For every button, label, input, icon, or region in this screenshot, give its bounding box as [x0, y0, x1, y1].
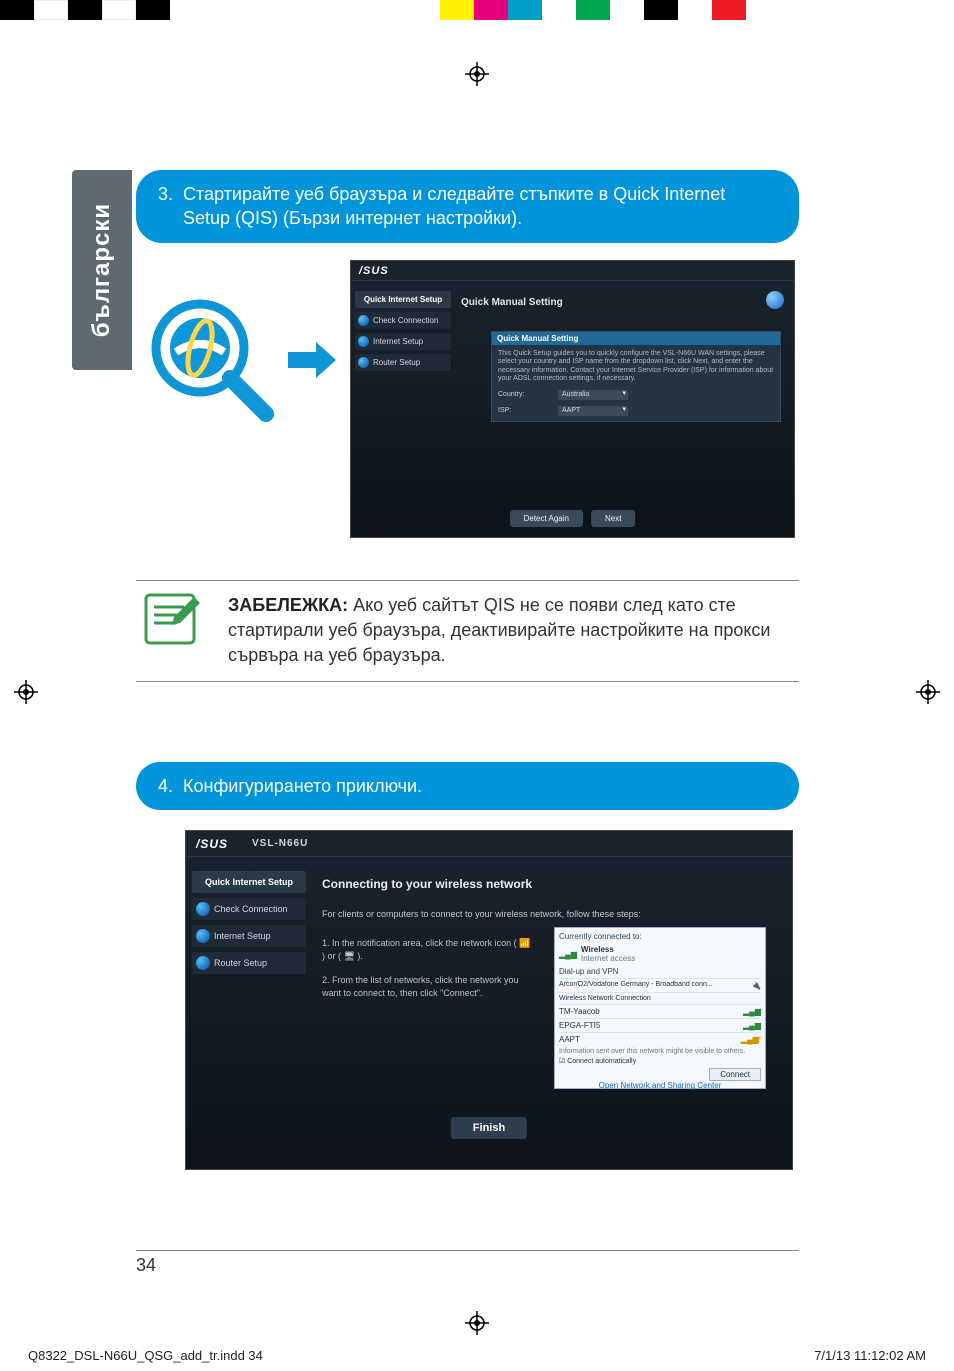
arrow-right-icon — [288, 340, 338, 380]
wifi-row[interactable]: EPGA-FTI5 — [559, 1021, 600, 1030]
home-icon[interactable] — [766, 291, 784, 309]
wifi-auto[interactable]: ☑ Connect automatically — [559, 1057, 761, 1065]
sidebar-item[interactable]: Router Setup — [355, 354, 451, 371]
panel-header: Quick Manual Setting — [492, 332, 780, 345]
note-block: ЗАБЕЛЕЖКА: Ако уеб сайтът QIS не се появ… — [136, 580, 799, 682]
country-select[interactable]: Australia — [558, 390, 628, 400]
next-button[interactable]: Next — [591, 510, 635, 527]
step-4-pill: 4. Конфигурирането приключи. — [136, 762, 799, 810]
note-icon — [136, 589, 206, 649]
shot1-sidebar: Quick Internet Setup Check Connection In… — [355, 291, 451, 371]
note-label: ЗАБЕЛЕЖКА: — [228, 595, 348, 615]
shot2-side-header: Quick Internet Setup — [192, 871, 306, 893]
qis-screenshot-connecting: /SUS VSL-N66U Quick Internet Setup Check… — [185, 830, 793, 1170]
panel-desc: This Quick Setup guides you to quickly c… — [498, 350, 774, 384]
footer-timestamp: 7/1/13 11:12:02 AM — [814, 1348, 926, 1363]
shot2-steps: 1. In the notification area, click the n… — [322, 937, 532, 1011]
step-4-text: Конфигурирането приключи. — [183, 774, 422, 798]
sidebar-item[interactable]: Router Setup — [192, 952, 306, 974]
shot2-step1: 1. In the notification area, click the n… — [322, 937, 532, 962]
sidebar-item[interactable]: Internet Setup — [192, 925, 306, 947]
asus-logo: /SUS — [196, 837, 228, 851]
step-3-pill: 3. Стартирайте уеб браузъра и следвайте … — [136, 170, 799, 243]
shot2-step2: 2. From the list of networks, click the … — [322, 974, 532, 999]
shot1-topbar — [351, 261, 794, 281]
wifi-row[interactable]: Arcor/O2/Vodafone Germany - Broadband co… — [559, 981, 713, 990]
browser-magnifier-icon — [148, 296, 276, 424]
qis-screenshot-quick-manual: /SUS Quick Internet Setup Check Connecti… — [350, 260, 795, 538]
wifi-signal-icon: ▂▄▆ — [743, 1007, 761, 1016]
dialup-icon: 🔌 — [751, 981, 761, 990]
footer-filename: Q8322_DSL-N66U_QSG_add_tr.indd 34 — [28, 1348, 263, 1363]
wifi-info: Information sent over this network might… — [559, 1046, 761, 1057]
wifi-currently: Currently connected to: — [559, 932, 761, 941]
isp-label: ISP: — [498, 407, 558, 415]
step-3-text: Стартирайте уеб браузъра и следвайте стъ… — [183, 182, 777, 231]
wifi-net-sub: Internet access — [581, 954, 635, 963]
shot1-side-header: Quick Internet Setup — [355, 291, 451, 308]
sidebar-item[interactable]: Check Connection — [192, 898, 306, 920]
wifi-popup: Currently connected to: ▂▄▆ Wireless Int… — [554, 927, 766, 1089]
wifi-row: Wireless Network Connection — [559, 995, 651, 1002]
shot1-title: Quick Manual Setting — [461, 297, 563, 308]
wifi-section: Dial-up and VPN — [559, 967, 761, 976]
shot2-heading: Connecting to your wireless network — [322, 877, 532, 891]
step-4-number: 4. — [158, 774, 173, 798]
sidebar-item[interactable]: Check Connection — [355, 312, 451, 329]
sidebar-item[interactable]: Internet Setup — [355, 333, 451, 350]
wifi-signal-icon: ▂▄▆! — [741, 1035, 761, 1044]
detect-again-button[interactable]: Detect Again — [510, 510, 583, 527]
shot2-subheading: For clients or computers to connect to y… — [322, 909, 641, 919]
finish-button[interactable]: Finish — [451, 1117, 527, 1139]
step-3-number: 3. — [158, 182, 173, 206]
shot1-panel: Quick Manual Setting This Quick Setup gu… — [491, 331, 781, 422]
page-number: 34 — [136, 1250, 799, 1276]
panel-body: This Quick Setup guides you to quickly c… — [492, 345, 780, 421]
shot2-sidebar: Quick Internet Setup Check Connection In… — [192, 871, 306, 974]
registration-mark-icon — [465, 62, 489, 86]
wifi-signal-icon: ▂▄▆ — [559, 950, 577, 959]
model-label: VSL-N66U — [252, 838, 308, 849]
open-network-center-link[interactable]: Open Network and Sharing Center — [559, 1081, 761, 1090]
language-tab: български — [72, 170, 132, 370]
language-label: български — [88, 203, 116, 337]
registration-mark-icon — [916, 680, 940, 704]
registration-mark-icon — [14, 680, 38, 704]
asus-logo: /SUS — [359, 265, 389, 277]
country-label: Country: — [498, 391, 558, 399]
wifi-net-name: Wireless — [581, 945, 635, 954]
isp-select[interactable]: AAPT — [558, 406, 628, 416]
wifi-row[interactable]: AAPT — [559, 1035, 580, 1044]
wifi-signal-icon: ▂▄▆ — [743, 1021, 761, 1030]
wifi-row[interactable]: TM-Yaacob — [559, 1007, 600, 1016]
registration-mark-icon — [465, 1311, 489, 1335]
connect-button[interactable]: Connect — [709, 1068, 761, 1081]
print-color-bar — [0, 0, 954, 20]
